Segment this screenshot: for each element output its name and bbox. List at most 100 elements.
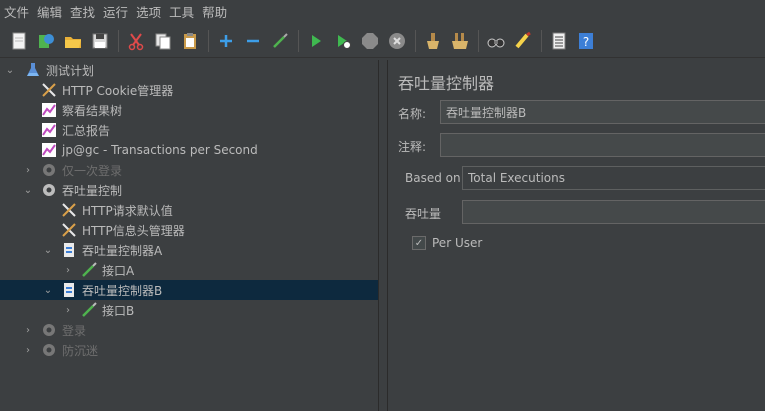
gear-icon [40,161,58,179]
shutdown-button[interactable] [384,28,410,54]
tree-item-label: 测试计划 [46,63,95,78]
collapse-button[interactable] [240,28,266,54]
clear-button[interactable] [420,28,446,54]
menu-run[interactable]: 运行 [99,2,132,21]
start-button[interactable] [303,28,329,54]
templates-icon [39,33,54,48]
name-field[interactable]: 吞吐量控制器B [440,100,765,124]
tree-item-label: HTTP Cookie管理器 [62,83,174,98]
gear-icon [40,321,58,339]
tree-item-label: 汇总报告 [62,123,111,138]
tree-item-login[interactable]: › 登录 [0,320,378,340]
paste-icon [184,32,196,49]
chevron-right-icon[interactable]: › [22,345,34,356]
per-user-checkbox[interactable]: ✓ Per User [412,236,482,250]
expand-button[interactable] [213,28,239,54]
search-button[interactable] [483,28,509,54]
tree-item-throughput-control[interactable]: ⌄ 吞吐量控制 [0,180,378,200]
help-icon: ? [579,32,593,49]
new-button[interactable] [6,28,32,54]
tree-item-tps[interactable]: jp@gc - Transactions per Second [0,140,378,160]
stop-button[interactable] [357,28,383,54]
chevron-right-icon[interactable]: › [22,165,34,176]
menu-edit[interactable]: 编辑 [33,2,66,21]
chevron-down-icon[interactable]: ⌄ [42,285,54,296]
menu-options[interactable]: 选项 [132,2,165,21]
panel-title: 吞吐量控制器 [398,74,495,93]
tree-item-throughput-controller-b[interactable]: ⌄ 吞吐量控制器B [0,280,378,300]
tree-item-label: 吞吐量控制器A [82,243,163,258]
reset-search-button[interactable] [510,28,536,54]
toolbar-separator [478,29,479,52]
save-icon [92,33,108,48]
per-user-label: Per User [432,236,483,250]
controller-icon [60,281,78,299]
function-helper-icon [552,32,566,49]
toolbar-separator [415,29,416,52]
throughput-field[interactable] [462,200,765,224]
tree-item-cookie-manager[interactable]: HTTP Cookie管理器 [0,80,378,100]
name-label: 名称: [398,107,427,121]
toolbar-separator [541,29,542,52]
graph-icon [40,141,58,159]
menu-search[interactable]: 查找 [66,2,99,21]
tree-item-test-plan[interactable]: ⌄ 测试计划 [0,60,378,80]
throughput-label: 吞吐量 [405,207,442,221]
toolbar-separator [118,29,119,52]
shutdown-icon [389,32,405,49]
copy-button[interactable] [150,28,176,54]
chevron-right-icon[interactable]: › [62,265,74,276]
toggle-button[interactable] [267,28,293,54]
tree-item-throughput-controller-a[interactable]: ⌄ 吞吐量控制器A [0,240,378,260]
open-icon [65,36,81,48]
menu-file[interactable]: 文件 [0,2,33,21]
clear-icon [427,32,439,49]
reset-search-icon [515,31,531,48]
tree-item-api-a[interactable]: › 接口A [0,260,378,280]
clear-all-button[interactable] [447,28,473,54]
pipette-icon [80,301,98,319]
menu-help[interactable]: 帮助 [198,2,231,21]
new-icon [12,32,26,49]
cut-button[interactable] [123,28,149,54]
chevron-down-icon[interactable]: ⌄ [4,65,16,76]
split-pane-divider[interactable] [378,60,388,411]
tree-item-label: 防沉迷 [62,343,99,358]
toolbar: ? [0,24,765,58]
throughput-controller-panel: 吞吐量控制器 名称: 吞吐量控制器B 注释: Based on Total Ex… [388,60,765,411]
tree-item-http-defaults[interactable]: HTTP请求默认值 [0,200,378,220]
save-button[interactable] [87,28,113,54]
copy-icon [155,33,171,49]
wrench-icon [60,201,78,219]
chevron-down-icon[interactable]: ⌄ [22,185,34,196]
based-on-label: Based on [405,171,461,185]
help-button[interactable]: ? [573,28,599,54]
test-plan-tree: ⌄ 测试计划 HTTP Cookie管理器 察看结果树 汇总报告 jp@gc -… [0,60,378,411]
menu-tools[interactable]: 工具 [165,2,198,21]
chevron-right-icon[interactable]: › [22,325,34,336]
pipette-icon [80,261,98,279]
function-helper-button[interactable] [546,28,572,54]
tree-item-label: 吞吐量控制 [62,183,123,198]
graph-icon [40,121,58,139]
collapse-icon [247,39,259,42]
tree-item-label: jp@gc - Transactions per Second [62,143,258,157]
flask-icon [24,61,42,79]
tree-item-summary-report[interactable]: 汇总报告 [0,120,378,140]
tree-item-login-once[interactable]: › 仅一次登录 [0,160,378,180]
paste-button[interactable] [177,28,203,54]
open-button[interactable] [60,28,86,54]
start-no-timers-button[interactable] [330,28,356,54]
tree-item-api-b[interactable]: › 接口B [0,300,378,320]
cut-icon [128,32,144,50]
tree-item-header-manager[interactable]: HTTP信息头管理器 [0,220,378,240]
comment-field[interactable] [440,133,765,157]
based-on-select[interactable]: Total Executions [462,166,765,190]
tree-item-anti-addiction[interactable]: › 防沉迷 [0,340,378,360]
chevron-down-icon[interactable]: ⌄ [42,245,54,256]
templates-button[interactable] [33,28,59,54]
tree-item-view-results-tree[interactable]: 察看结果树 [0,100,378,120]
expand-icon [220,34,232,47]
tree-item-label: HTTP信息头管理器 [82,223,185,238]
chevron-right-icon[interactable]: › [62,305,74,316]
